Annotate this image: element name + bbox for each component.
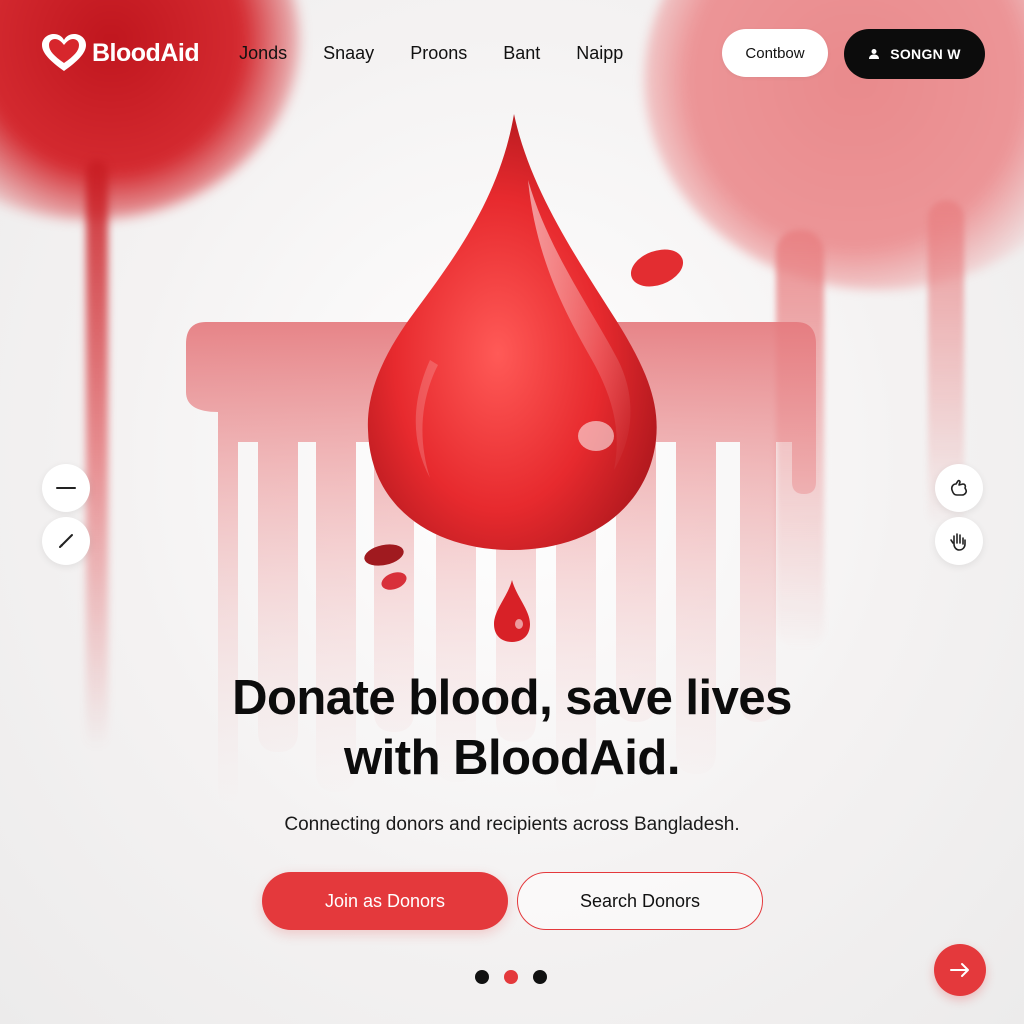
join-as-donor-button[interactable]: Join as Donors <box>262 872 508 930</box>
nav-link[interactable]: Snaay <box>323 43 374 64</box>
carousel-dot[interactable] <box>533 970 547 984</box>
search-donors-button[interactable]: Search Donors <box>517 872 763 930</box>
nav-link[interactable]: Jonds <box>239 43 287 64</box>
hand-wave-button[interactable] <box>935 517 983 565</box>
hand-button[interactable] <box>935 464 983 512</box>
blood-splash-icon <box>630 249 684 287</box>
blood-drop-icon <box>367 114 657 550</box>
hero-headline-line2: with BloodAid. <box>344 731 680 785</box>
arrow-right-icon <box>950 963 969 977</box>
pen-button[interactable] <box>42 517 90 565</box>
contact-button[interactable]: Contbow <box>722 29 828 77</box>
minus-button[interactable] <box>42 464 90 512</box>
nav-link[interactable]: Bant <box>503 43 540 64</box>
brand-logo[interactable]: BloodAid <box>40 33 200 73</box>
hand-icon <box>950 479 968 496</box>
nav-links: Jonds Snaay Proons Bant Naipp <box>221 43 641 64</box>
signin-label: SONGN W <box>890 46 961 62</box>
user-icon <box>869 49 880 59</box>
signin-button[interactable]: SONGN W <box>844 29 985 79</box>
hero-headline-line1: Donate blood, save lives <box>232 671 792 725</box>
landing-page: BloodAid Jonds Snaay Proons Bant Naipp C… <box>0 0 1024 1024</box>
brand-name: BloodAid <box>92 38 200 67</box>
pen-icon <box>59 534 73 548</box>
next-slide-button[interactable] <box>934 944 986 996</box>
hero-headline: Donate blood, save lives with BloodAid. <box>112 668 912 788</box>
nav-link[interactable]: Naipp <box>576 43 623 64</box>
heart-icon <box>42 34 86 71</box>
background-drip-left <box>86 160 108 750</box>
hand-wave-icon <box>950 533 966 551</box>
nav-link[interactable]: Proons <box>410 43 467 64</box>
carousel-dot[interactable] <box>475 970 489 984</box>
carousel-indicators <box>475 970 562 984</box>
carousel-dot-active[interactable] <box>504 970 518 984</box>
blood-splash-icon <box>364 544 407 590</box>
hero-subheadline: Connecting donors and recipients across … <box>284 814 740 835</box>
minus-icon <box>56 487 76 489</box>
top-navigation: BloodAid Jonds Snaay Proons Bant Naipp C… <box>40 24 986 82</box>
small-blood-drop-icon <box>494 580 530 642</box>
